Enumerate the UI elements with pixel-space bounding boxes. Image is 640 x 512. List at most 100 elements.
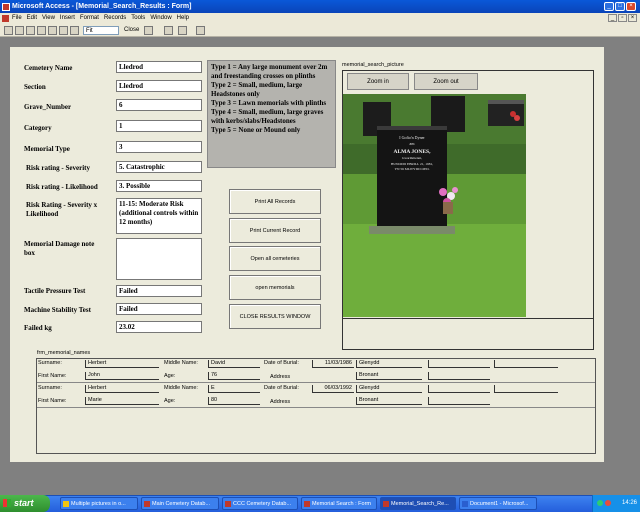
first-name-field[interactable]: John xyxy=(85,372,159,380)
taskbar-item-active[interactable]: Memorial_Search_Re... xyxy=(380,497,456,510)
menu-view[interactable]: View xyxy=(42,15,55,21)
section-field[interactable]: Lledrod xyxy=(116,80,202,92)
menu-tools[interactable]: Tools xyxy=(131,15,145,21)
label-category: Category xyxy=(24,124,52,132)
middle-name-field[interactable]: David xyxy=(208,360,260,368)
access-icon xyxy=(383,501,389,507)
grave-number-field[interactable]: 6 xyxy=(116,99,202,111)
surname-field[interactable]: Herbert xyxy=(85,360,159,368)
label-grave-number: Grave_Number xyxy=(24,103,72,111)
help-icon[interactable] xyxy=(196,26,205,35)
database-window-icon[interactable] xyxy=(178,26,187,35)
print-current-record-button[interactable]: Print Current Record xyxy=(229,218,321,243)
two-pages-icon[interactable] xyxy=(59,26,68,35)
menu-records[interactable]: Records xyxy=(104,15,126,21)
security-tray-icon[interactable] xyxy=(597,500,603,506)
damage-note-field[interactable] xyxy=(116,238,202,280)
form-restore-button[interactable]: ▫ xyxy=(618,14,627,22)
save-icon[interactable] xyxy=(15,26,24,35)
form-minimize-button[interactable]: _ xyxy=(608,14,617,22)
surname-label: Surname: xyxy=(38,360,62,366)
machine-test-field[interactable]: Failed xyxy=(116,303,202,315)
view-icon[interactable] xyxy=(4,26,13,35)
record-separator xyxy=(37,382,595,383)
risk-rating-field[interactable]: 11-15: Moderate Risk (additional control… xyxy=(116,198,202,234)
memorial-type-field[interactable]: 3 xyxy=(116,141,202,153)
date-of-burial-field[interactable]: 11/03/1986 xyxy=(312,360,354,368)
address-label: Address xyxy=(270,399,291,405)
address-line2-field[interactable] xyxy=(428,360,490,368)
address-line1-field[interactable]: Glenydd xyxy=(356,360,422,368)
label-failed-kg: Failed kg xyxy=(24,324,52,332)
surname-field[interactable]: Herbert xyxy=(85,385,159,393)
setup-icon[interactable] xyxy=(144,26,153,35)
menu-insert[interactable]: Insert xyxy=(60,15,75,21)
date-of-burial-field[interactable]: 06/03/1992 xyxy=(312,385,354,393)
windows-logo-icon xyxy=(3,499,11,507)
system-tray: 14:26 xyxy=(592,495,640,512)
label-memorial-type: Memorial Type xyxy=(24,145,70,153)
taskbar-item[interactable]: Main Cemetery Datab... xyxy=(141,497,219,510)
open-memorials-button[interactable]: open memorials xyxy=(229,275,321,300)
menu-edit[interactable]: Edit xyxy=(27,15,37,21)
office-links-icon[interactable] xyxy=(164,26,173,35)
zoom-icon[interactable] xyxy=(37,26,46,35)
cemetery-name-field[interactable]: Lledrod xyxy=(116,61,202,73)
taskbar-item[interactable]: Document1 - Microsof... xyxy=(459,497,537,510)
form-icon[interactable] xyxy=(2,15,9,22)
access-icon xyxy=(225,501,231,507)
address-line3-field[interactable] xyxy=(494,385,558,393)
label-risk-rating: Risk Rating - Severity x Likelihood xyxy=(26,201,98,218)
close-toolbar-button[interactable]: Close xyxy=(124,26,139,35)
address-label: Address xyxy=(270,374,291,380)
open-all-cemeteries-button[interactable]: Open all cemeteries xyxy=(229,246,321,271)
print-icon[interactable] xyxy=(26,26,35,35)
menu-file[interactable]: File xyxy=(12,15,22,21)
record-separator xyxy=(37,407,595,408)
failed-kg-field[interactable]: 23.02 xyxy=(116,321,202,333)
zoom-out-button[interactable]: Zoom out xyxy=(414,73,478,90)
form-close-button[interactable]: × xyxy=(628,14,637,22)
zoom-in-button[interactable]: Zoom in xyxy=(347,73,409,90)
tactile-test-field[interactable]: Failed xyxy=(116,285,202,297)
age-field[interactable]: 76 xyxy=(208,372,260,380)
menu-help[interactable]: Help xyxy=(177,15,189,21)
menu-format[interactable]: Format xyxy=(80,15,99,21)
label-risk-likelihood: Risk rating - Likelihood xyxy=(26,183,98,191)
age-label: Age: xyxy=(164,373,176,379)
taskbar-item[interactable]: Memorial Search : Form xyxy=(301,497,377,510)
address-line3-field[interactable] xyxy=(494,360,558,368)
close-window-button[interactable]: × xyxy=(626,2,636,11)
maximize-button[interactable]: □ xyxy=(615,2,625,11)
multiple-pages-icon[interactable] xyxy=(70,26,79,35)
category-field[interactable]: 1 xyxy=(116,120,202,132)
address-line5-field[interactable] xyxy=(428,397,490,405)
access-icon xyxy=(144,501,150,507)
risk-severity-field[interactable]: 5. Catastrophic xyxy=(116,161,202,173)
address-line1-field[interactable]: Glenydd xyxy=(356,385,422,393)
print-all-records-button[interactable]: Print All Records xyxy=(229,189,321,214)
first-name-field[interactable]: Marie xyxy=(85,397,159,405)
address-line4-field[interactable]: Bronant xyxy=(356,397,422,405)
minimize-button[interactable]: _ xyxy=(604,2,614,11)
address-line4-field[interactable]: Bronant xyxy=(356,372,422,380)
taskbar-item[interactable]: Multiple pictures in o... xyxy=(60,497,138,510)
zoom-select[interactable]: Fit xyxy=(83,26,119,35)
title-bar: Microsoft Access - [Memorial_Search_Resu… xyxy=(0,0,640,13)
access-app-icon[interactable] xyxy=(2,3,10,11)
one-page-icon[interactable] xyxy=(48,26,57,35)
menu-window[interactable]: Window xyxy=(150,15,171,21)
clock[interactable]: 14:26 xyxy=(622,500,637,506)
alert-tray-icon[interactable] xyxy=(605,500,611,506)
close-results-window-button[interactable]: CLOSE RESULTS WINDOW xyxy=(229,304,321,329)
picture-divider xyxy=(342,318,594,319)
picture-label: memorial_search_picture xyxy=(342,62,404,68)
start-button[interactable]: start xyxy=(0,495,50,512)
age-field[interactable]: 80 xyxy=(208,397,260,405)
middle-name-field[interactable]: E xyxy=(208,385,260,393)
risk-likelihood-field[interactable]: 3. Possible xyxy=(116,180,202,192)
address-line2-field[interactable] xyxy=(428,385,490,393)
address-line5-field[interactable] xyxy=(428,372,490,380)
taskbar-item[interactable]: CCC Cemetery Datab... xyxy=(222,497,298,510)
menu-bar: File Edit View Insert Format Records Tools Wind… xyxy=(0,13,640,24)
